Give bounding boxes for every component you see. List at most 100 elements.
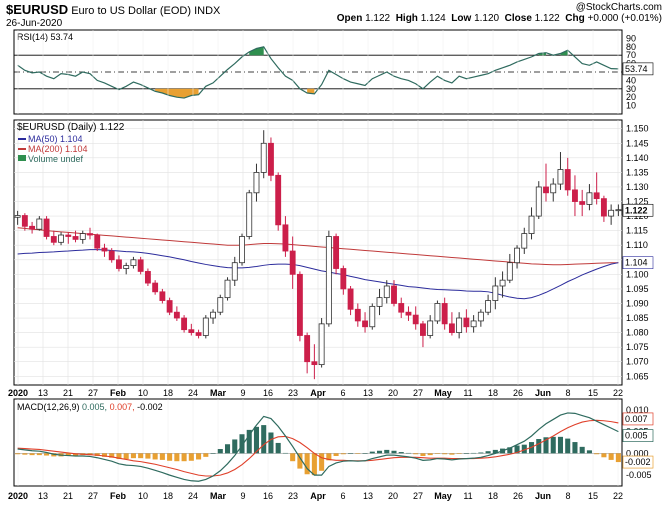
candle-body (600, 198, 607, 217)
macd-histogram-bar (159, 453, 165, 460)
macd-histogram-bar (232, 439, 238, 454)
candle-body (362, 320, 368, 328)
candle-body (94, 234, 101, 249)
candle-body (448, 323, 455, 333)
candle-body (14, 215, 21, 218)
x-axis-label-bottom: 27 (413, 491, 423, 501)
macd-histogram-bar (369, 451, 375, 454)
macd-histogram-bar (586, 450, 592, 454)
candle-body (36, 218, 43, 230)
macd-histogram-bar (478, 452, 484, 454)
volume-legend: Volume undef (28, 154, 84, 164)
price-tick-label: 1.110 (626, 240, 648, 250)
candle-body (412, 314, 419, 325)
macd-histogram-bar (275, 442, 281, 454)
price-tick-label: 1.085 (626, 313, 649, 323)
candle-body (564, 169, 571, 191)
x-axis-label: 13 (363, 388, 373, 398)
x-axis-label-bottom: 26 (513, 491, 523, 501)
price-tick-label: 1.075 (626, 342, 649, 352)
candle-body (463, 317, 470, 328)
macd-histogram-bar (601, 453, 607, 458)
macd-value-tag-label: -0.002 (625, 457, 651, 467)
macd-legend-part: 0.005, (82, 402, 110, 412)
x-axis-label: 15 (588, 388, 598, 398)
candle-body (347, 288, 354, 310)
x-axis-label-bottom: Jun (535, 491, 551, 501)
candle-body (543, 186, 549, 194)
price-tick-label: 1.140 (626, 153, 649, 163)
candle-body (528, 215, 535, 234)
x-axis-label: Feb (110, 388, 127, 398)
candle-body (144, 271, 151, 284)
macd-histogram-bar (36, 453, 42, 456)
macd-histogram-bar (550, 436, 556, 454)
macd-histogram-bar (29, 453, 35, 456)
candle-body (79, 233, 86, 240)
candle-body (224, 279, 231, 299)
rsi-legend: RSI(14) 53.74 (17, 32, 73, 42)
x-axis-label-bottom: 8 (565, 491, 570, 501)
macd-histogram-bar (188, 453, 194, 461)
rsi-value-tag-label: 53.74 (625, 64, 648, 74)
chart-stage: $EURUSD Euro to US Dollar (EOD) INDX 26-… (0, 0, 670, 507)
x-axis-label-bottom: 10 (138, 491, 148, 501)
candle-body (29, 225, 36, 230)
x-axis-label: Jun (535, 388, 551, 398)
candle-body (441, 303, 448, 325)
candle-body (195, 332, 202, 336)
macd-histogram-bar (268, 432, 274, 454)
macd-histogram-bar (463, 453, 469, 454)
candle-body (340, 268, 347, 290)
candle-body (506, 262, 513, 281)
macd-histogram-bar (348, 453, 354, 454)
x-axis-label: 11 (463, 388, 472, 398)
x-axis-label-bottom: 20 (388, 491, 398, 501)
candle-body (58, 234, 64, 243)
candle-body (159, 291, 166, 301)
macd-histogram-bar (196, 453, 202, 460)
x-axis-label: 18 (488, 388, 498, 398)
macd-histogram-bar (44, 453, 50, 456)
candle-body (434, 303, 441, 322)
candle-body (391, 285, 397, 304)
candle-body (296, 273, 303, 336)
macd-histogram-bar (210, 453, 216, 454)
candle-body (485, 300, 492, 313)
close-price-tag-label: 1.122 (625, 205, 648, 215)
candle-body (137, 259, 144, 272)
macd-histogram-bar (442, 453, 448, 455)
macd-histogram-bar (333, 453, 339, 456)
candle-body (311, 361, 318, 366)
candle-body (231, 262, 238, 281)
macd-histogram-bar (376, 450, 383, 454)
candle-body (130, 259, 137, 267)
x-axis-label: 2020 (8, 388, 28, 398)
macd-legend: MACD(12,26,9) 0.005, 0.007, -0.002 (17, 402, 163, 412)
x-axis-label-bottom: 21 (63, 491, 73, 501)
macd-histogram-bar (181, 453, 187, 462)
ma50-legend: MA(50) 1.104 (28, 134, 83, 144)
candle-body (43, 218, 50, 237)
price-legend: $EURUSD (Daily) 1.122 (17, 122, 125, 133)
x-axis-label: 27 (413, 388, 423, 398)
macd-histogram-bar (304, 453, 310, 475)
macd-histogram-bar (420, 453, 426, 456)
rsi-tick-label: 10 (626, 101, 636, 111)
candle-body (325, 236, 332, 325)
macd-histogram-bar (594, 453, 600, 455)
macd-histogram-bar (413, 453, 419, 455)
macd-legend-part: -0.002 (137, 402, 163, 412)
x-axis-label-bottom: 2020 (8, 491, 28, 501)
candle-body (376, 297, 383, 307)
x-axis-label: 6 (340, 388, 345, 398)
x-axis-label: 13 (38, 388, 48, 398)
candle-body (572, 189, 578, 202)
macd-histogram-bar (536, 439, 542, 454)
macd-histogram-bar (427, 453, 433, 456)
macd-histogram-bar (217, 449, 223, 454)
macd-histogram-bar (449, 453, 455, 455)
ma200-legend: MA(200) 1.104 (28, 144, 88, 154)
x-axis-label-bottom: 23 (288, 491, 298, 501)
candle-body (477, 311, 484, 322)
